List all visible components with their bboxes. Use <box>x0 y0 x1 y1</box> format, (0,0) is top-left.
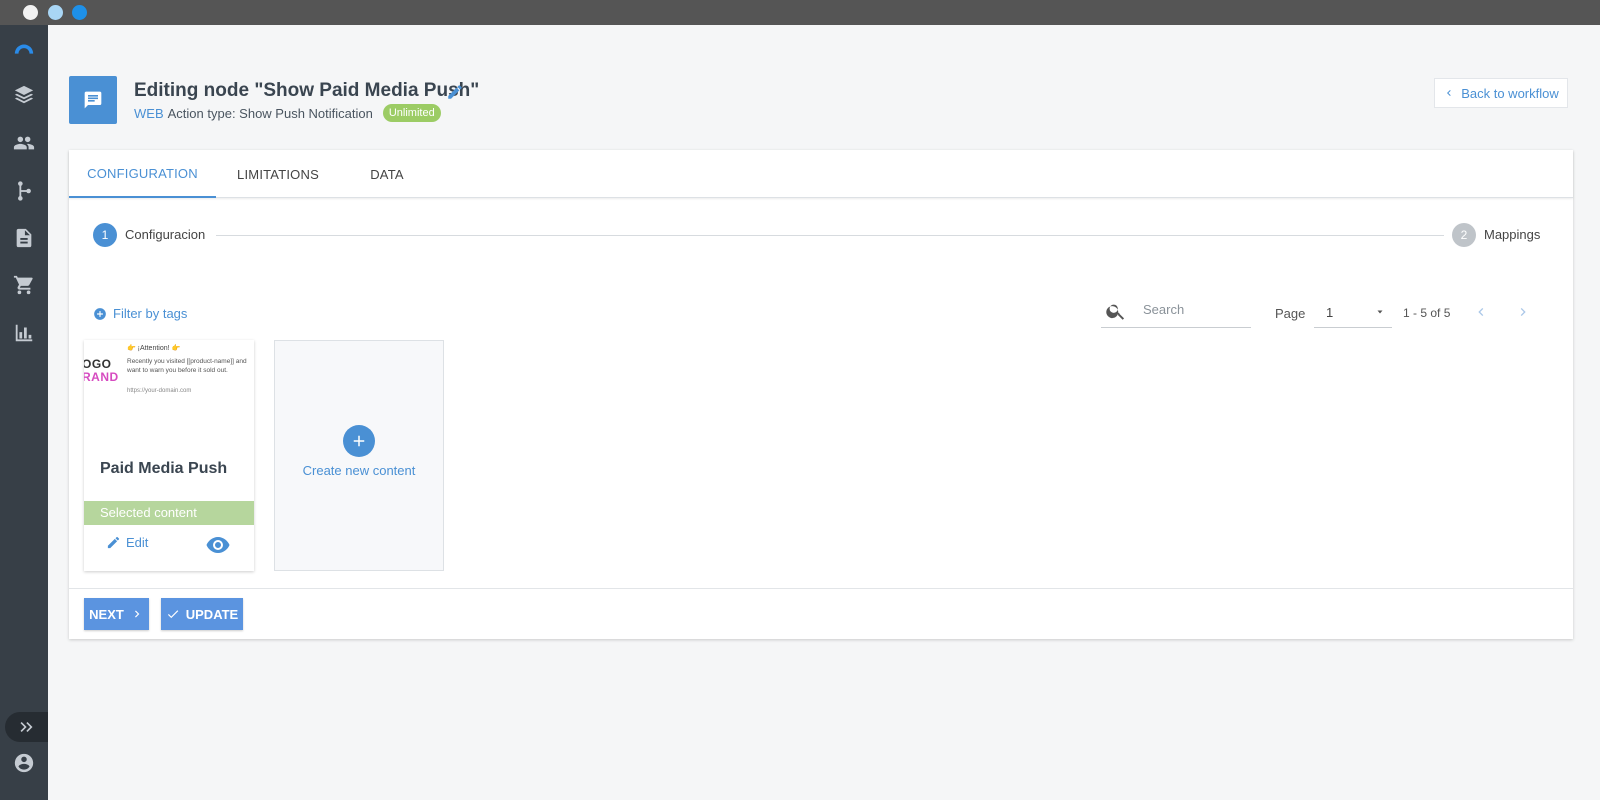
document-icon[interactable] <box>12 226 36 250</box>
preview-logo-line1: OGO <box>84 357 112 371</box>
page-select[interactable]: 1 <box>1314 296 1392 328</box>
add-icon <box>343 425 375 457</box>
eye-icon <box>206 537 230 553</box>
window-maximize-button[interactable] <box>72 5 87 20</box>
update-button-label: UPDATE <box>185 606 239 622</box>
back-to-workflow-label: Back to workflow <box>1461 85 1559 101</box>
workflow-icon[interactable] <box>12 179 36 203</box>
cart-icon[interactable] <box>12 273 36 297</box>
chart-icon[interactable] <box>12 321 36 345</box>
stepper-connector <box>216 235 1444 236</box>
add-circle-icon <box>94 307 106 320</box>
tab-configuration[interactable]: CONFIGURATION <box>69 150 216 198</box>
page-title: Editing node "Show Paid Media Push" <box>134 80 480 101</box>
preview-url: https://your-domain.com <box>127 388 192 394</box>
step-1-number[interactable]: 1 <box>93 223 117 247</box>
preview-logo-line2: RAND <box>84 370 119 384</box>
filter-by-tags-button[interactable]: Filter by tags <box>93 306 187 321</box>
layers-icon[interactable] <box>12 83 36 107</box>
edit-content-label: Edit <box>126 535 149 550</box>
account-icon[interactable] <box>12 751 36 775</box>
filter-by-tags-label: Filter by tags <box>113 306 188 321</box>
search-input[interactable] <box>1143 302 1243 317</box>
chevron-left-icon <box>1447 90 1451 96</box>
step-2-number[interactable]: 2 <box>1452 223 1476 247</box>
create-new-content-card[interactable]: Create new content <box>274 340 444 571</box>
next-page-button[interactable] <box>1511 300 1535 324</box>
window-minimize-button[interactable] <box>48 5 63 20</box>
content-preview: OGO RAND 👉 ¡Attention! 👉 Recently you vi… <box>84 340 254 445</box>
check-icon <box>167 610 178 619</box>
window-close-button[interactable] <box>23 5 38 20</box>
window-titlebar <box>0 0 1600 25</box>
chevron-right-icon <box>134 610 140 618</box>
node-editor-card: CONFIGURATION LIMITATIONS DATA 1 Configu… <box>69 150 1573 639</box>
node-subtitle: WEB Action type: Show Push Notification … <box>134 104 441 122</box>
back-to-workflow-button[interactable]: Back to workflow <box>1434 78 1568 108</box>
edit-content-button[interactable]: Edit <box>106 535 148 550</box>
content-card[interactable]: OGO RAND 👉 ¡Attention! 👉 Recently you vi… <box>84 340 254 571</box>
chat-icon <box>84 91 102 109</box>
sidebar <box>0 25 48 800</box>
action-type-label: Action type: Show Push Notification <box>167 105 373 121</box>
logo-icon[interactable] <box>12 38 36 62</box>
expand-icon <box>20 722 32 732</box>
next-button[interactable]: NEXT <box>84 598 149 630</box>
people-icon[interactable] <box>12 131 36 155</box>
channel-label: WEB <box>134 105 164 121</box>
limit-badge: Unlimited <box>382 104 441 122</box>
step-2-label[interactable]: Mappings <box>1484 227 1540 242</box>
search-icon <box>1106 304 1125 320</box>
tab-limitations[interactable]: LIMITATIONS <box>216 150 340 198</box>
preview-attention: 👉 ¡Attention! 👉 <box>127 345 181 352</box>
next-button-label: NEXT <box>89 606 124 622</box>
pencil-icon <box>107 536 120 549</box>
chevron-left-icon <box>1478 308 1484 316</box>
tab-bar: CONFIGURATION LIMITATIONS DATA <box>69 150 1573 198</box>
create-new-content-label: Create new content <box>302 463 416 478</box>
page-select-value: 1 <box>1326 305 1334 320</box>
preview-content-button[interactable] <box>206 535 230 555</box>
preview-body: Recently you visited [[product-name]] an… <box>127 358 247 374</box>
tab-data[interactable]: DATA <box>340 150 434 198</box>
step-1-label[interactable]: Configuracion <box>125 227 205 242</box>
chevron-right-icon <box>1520 308 1526 316</box>
search-box <box>1101 296 1251 328</box>
page-label: Page <box>1275 306 1306 321</box>
selected-content-badge: Selected content <box>84 501 254 525</box>
dropdown-arrow-icon <box>1377 310 1383 314</box>
pagination-range: 1 - 5 of 5 <box>1403 306 1451 320</box>
edit-title-icon[interactable] <box>446 83 464 101</box>
sidebar-expand-button[interactable] <box>5 712 48 742</box>
content-name: Paid Media Push <box>100 460 228 477</box>
previous-page-button[interactable] <box>1469 300 1493 324</box>
node-type-icon <box>69 76 117 124</box>
footer-divider <box>69 588 1573 589</box>
update-button[interactable]: UPDATE <box>161 598 243 630</box>
